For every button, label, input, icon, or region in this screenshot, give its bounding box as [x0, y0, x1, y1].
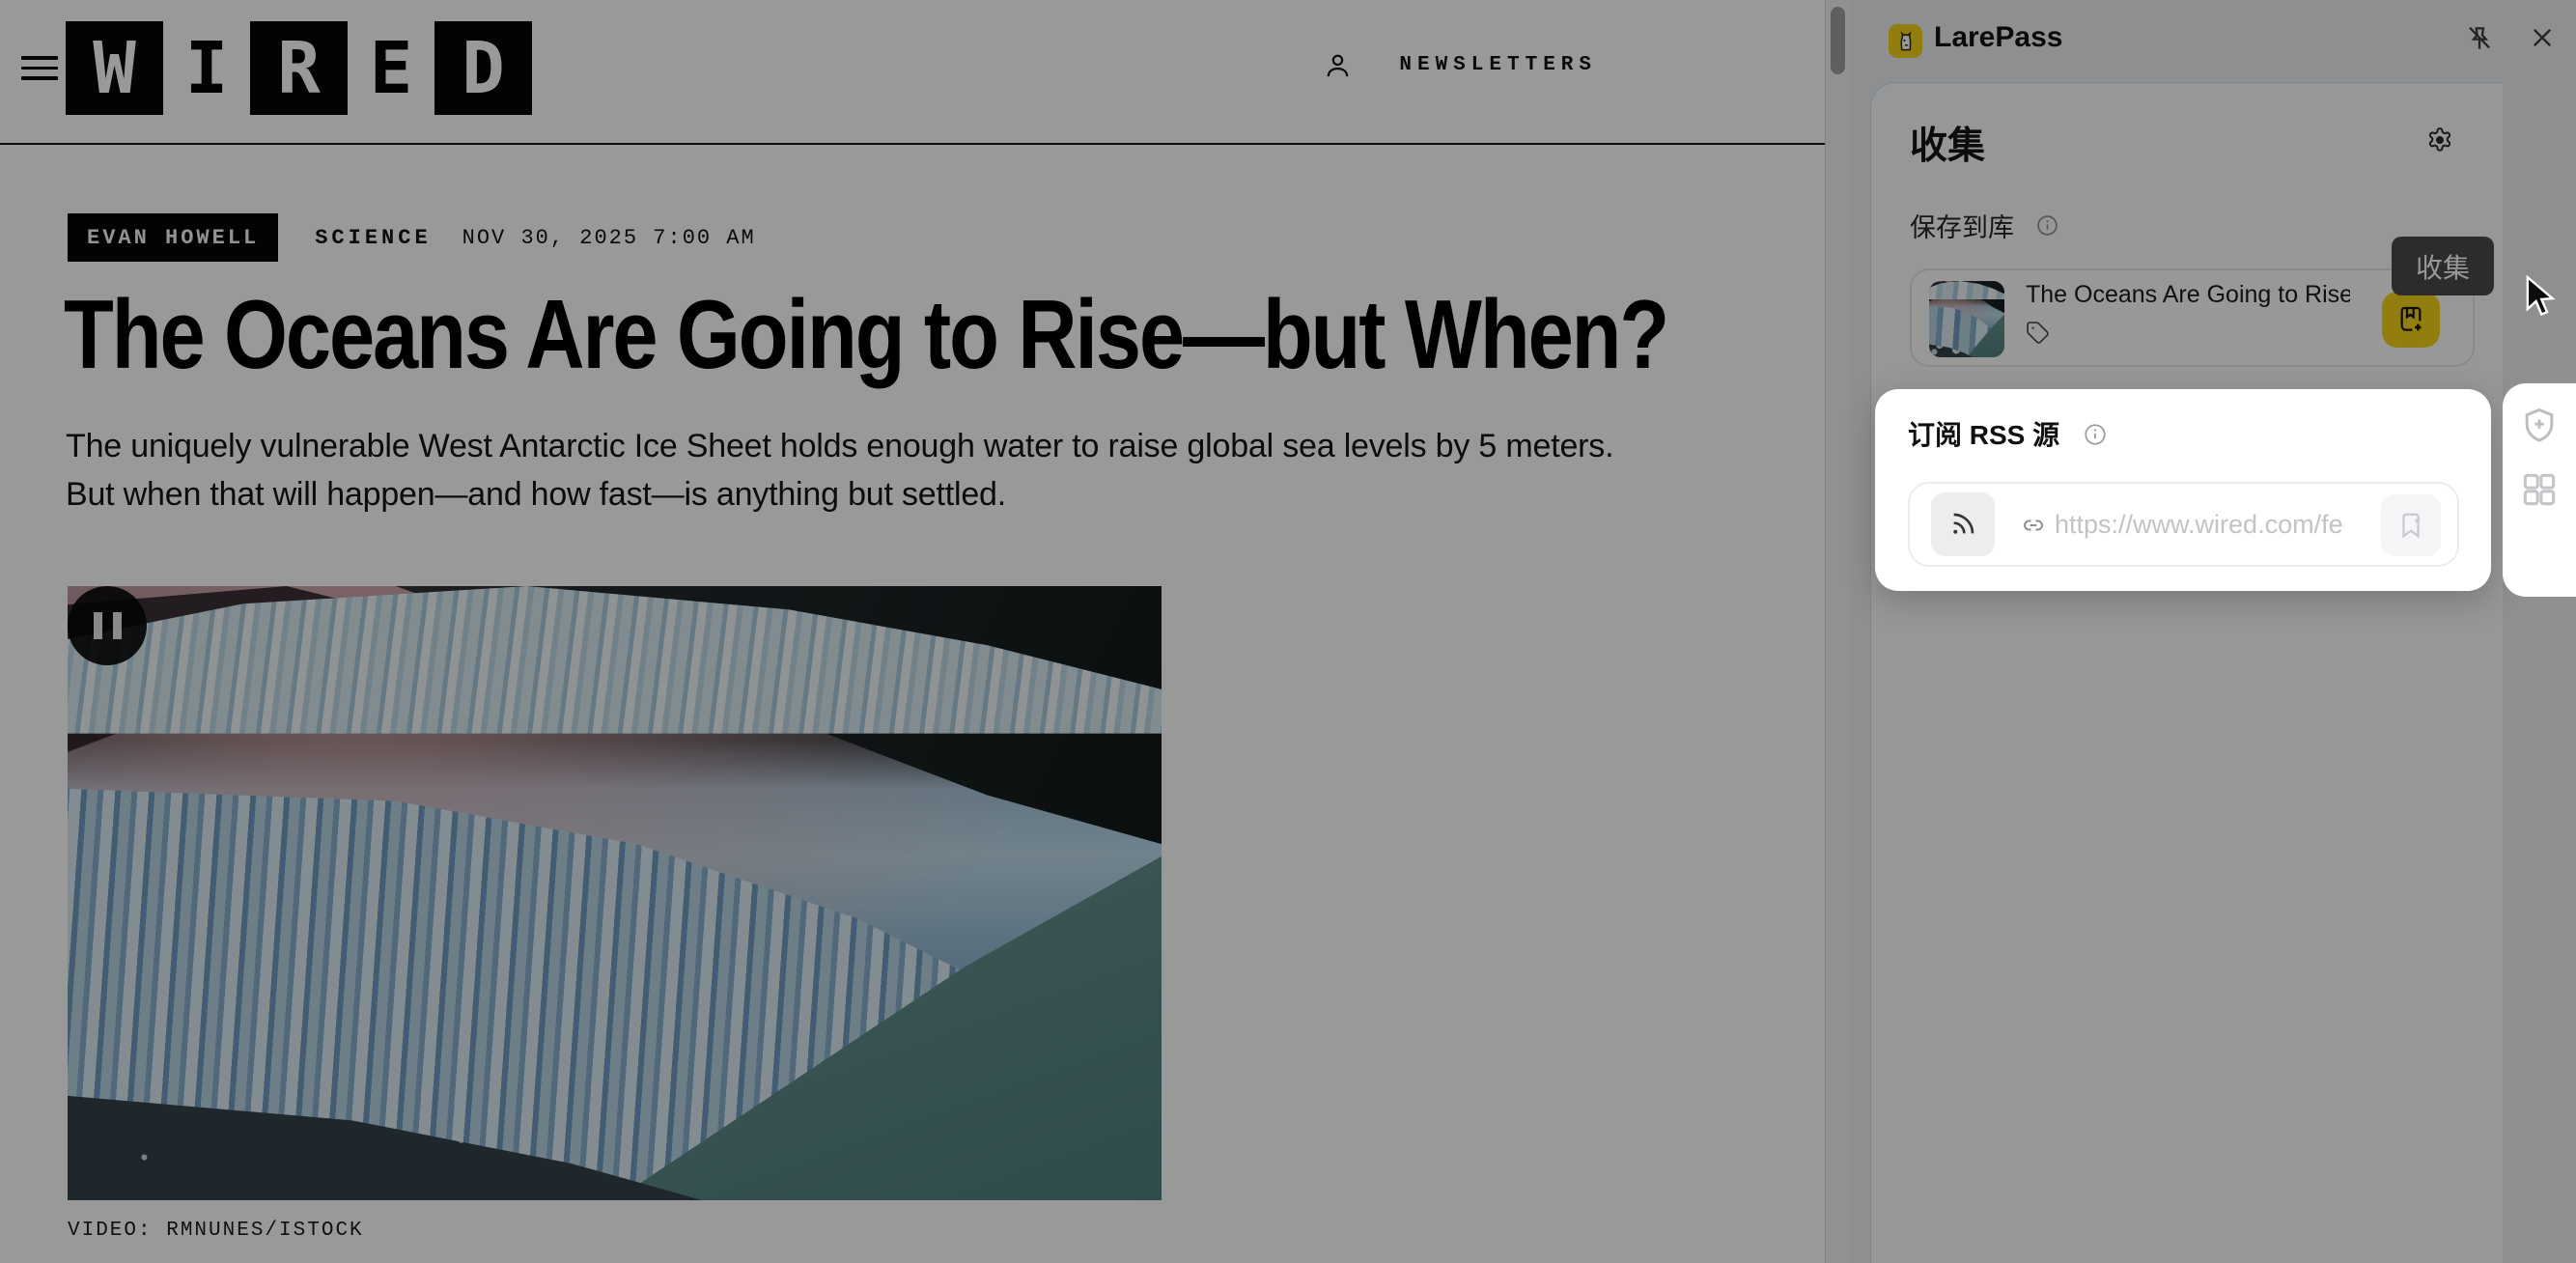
shield-plus-icon[interactable] — [2518, 405, 2561, 447]
rss-icon — [1931, 492, 1995, 556]
info-icon[interactable] — [2083, 422, 2107, 446]
dim-overlay — [0, 0, 2576, 1263]
mouse-cursor — [2520, 275, 2561, 320]
rail-spotlight — [2503, 383, 2576, 597]
rss-subscribe-card: 订阅 RSS 源 — [1875, 389, 2491, 591]
rss-url-input[interactable] — [2055, 491, 2344, 557]
rss-url-input-group — [1908, 482, 2459, 567]
link-icon — [2022, 514, 2045, 537]
bookmark-check-icon[interactable] — [2381, 494, 2441, 556]
rss-section-title: 订阅 RSS 源 — [1908, 414, 2059, 453]
grid-icon[interactable] — [2518, 468, 2561, 511]
